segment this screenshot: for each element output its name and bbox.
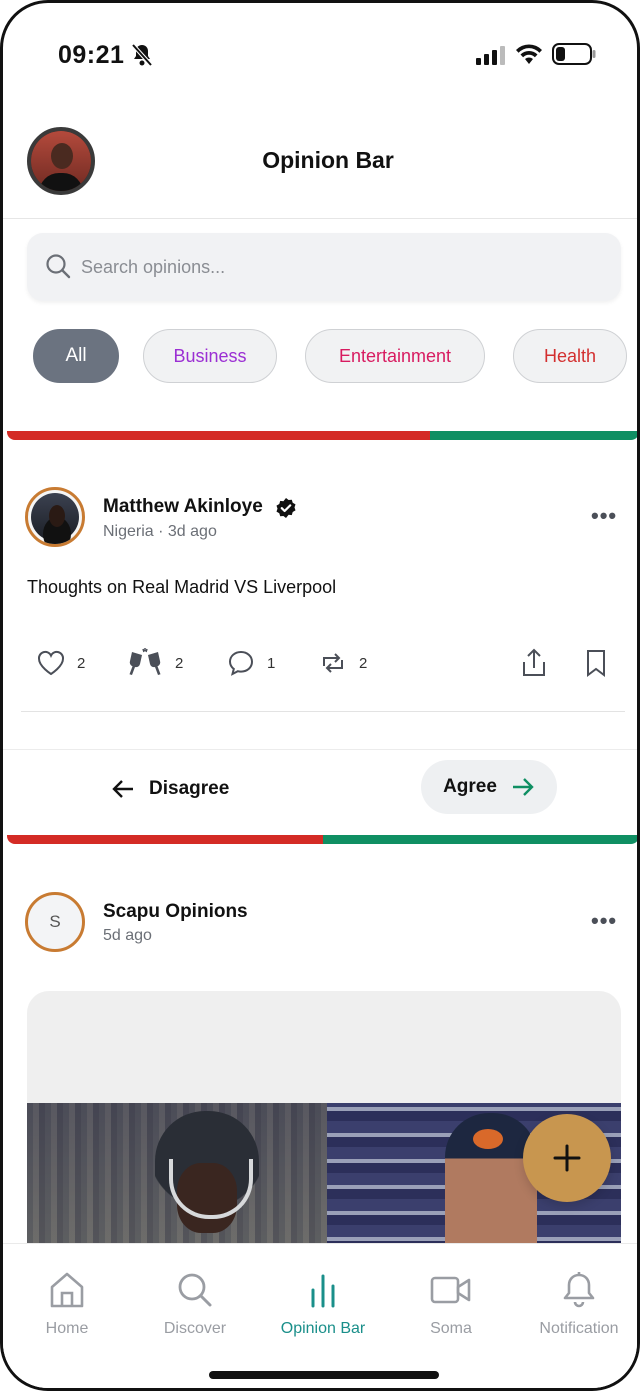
vote-ratio-bar	[7, 431, 637, 440]
plus-icon	[553, 1144, 581, 1172]
disagree-button[interactable]: Disagree	[111, 766, 229, 812]
cheers-icon	[129, 648, 161, 675]
repost-count: 2	[359, 654, 368, 672]
share-button[interactable]	[521, 647, 547, 679]
heart-icon	[38, 650, 64, 676]
post-actions: 2 2 1 2	[37, 647, 617, 681]
app-header: Opinion Bar	[3, 113, 637, 219]
author-avatar[interactable]	[25, 487, 85, 547]
status-bar: 09:21	[3, 3, 637, 103]
more-options-icon[interactable]: •••	[591, 908, 617, 934]
nav-discover[interactable]: Discover	[131, 1268, 259, 1338]
author-name[interactable]: Scapu Opinions	[103, 901, 248, 923]
wifi-icon	[516, 44, 542, 64]
nav-label: Notification	[539, 1320, 619, 1337]
verified-badge-icon	[276, 498, 296, 518]
repost-button[interactable]: 2	[319, 647, 367, 679]
category-filter: All Business Entertainment Health	[33, 329, 637, 385]
cheers-button[interactable]: 2	[127, 647, 183, 679]
bottom-navigation: Home Discover Opinion Bar Soma Notificat…	[3, 1243, 637, 1388]
search-icon	[178, 1273, 212, 1307]
agree-label: Agree	[443, 776, 497, 797]
bookmark-button[interactable]	[585, 647, 607, 679]
bell-slash-icon	[131, 43, 153, 67]
nav-label: Opinion Bar	[280, 1320, 366, 1337]
more-options-icon[interactable]: •••	[591, 503, 617, 529]
chip-label: Health	[543, 345, 597, 366]
page-title: Opinion Bar	[262, 147, 394, 173]
vote-ratio-bar	[7, 835, 637, 844]
battery-icon	[552, 43, 596, 65]
status-time: 09:21	[58, 41, 125, 69]
repost-icon	[323, 653, 343, 673]
chip-all[interactable]: All	[33, 329, 119, 383]
search-icon	[46, 254, 71, 279]
search-bar[interactable]	[27, 233, 621, 301]
disagree-portion	[7, 431, 431, 440]
cheers-count: 2	[175, 654, 184, 672]
post-meta: 5d ago	[103, 927, 152, 944]
video-camera-icon	[430, 1276, 471, 1304]
arrow-left-icon	[112, 780, 133, 798]
comment-icon	[228, 650, 254, 676]
avatar-letter: S	[49, 912, 61, 931]
chip-business[interactable]: Business	[143, 329, 277, 383]
comment-button[interactable]: 1	[227, 647, 275, 679]
vote-row: Disagree Agree	[3, 749, 637, 829]
bell-icon	[563, 1272, 595, 1308]
nav-label: Home	[45, 1320, 89, 1337]
chip-label: All	[65, 345, 87, 366]
chip-entertainment[interactable]: Entertainment	[305, 329, 485, 383]
nav-label: Discover	[163, 1320, 227, 1337]
cellular-signal-icon	[476, 46, 505, 65]
agree-portion	[430, 431, 637, 440]
chip-health[interactable]: Health	[513, 329, 627, 383]
author-name[interactable]: Matthew Akinloye	[103, 496, 263, 518]
bar-chart-icon	[311, 1274, 335, 1308]
post-meta: Nigeria · 3d ago	[103, 523, 217, 540]
player-image	[155, 1111, 259, 1241]
player-image	[445, 1113, 537, 1251]
post-image-left	[27, 1103, 327, 1251]
arrow-right-icon	[512, 778, 534, 796]
bookmark-icon	[587, 650, 605, 677]
like-count: 2	[77, 654, 86, 672]
post-text: Thoughts on Real Madrid VS Liverpool	[27, 577, 337, 597]
agree-button[interactable]: Agree	[421, 760, 557, 814]
phone-frame: 09:21 Opinion Bar Search opinions... All…	[0, 0, 640, 1391]
like-button[interactable]: 2	[37, 647, 85, 679]
post-media[interactable]	[27, 991, 621, 1251]
agree-portion	[323, 835, 637, 844]
nav-soma[interactable]: Soma	[387, 1268, 515, 1338]
comment-count: 1	[267, 654, 276, 672]
home-indicator	[209, 1371, 439, 1379]
nav-notification[interactable]: Notification	[515, 1268, 637, 1338]
share-icon	[523, 648, 545, 676]
create-opinion-button[interactable]	[523, 1114, 611, 1202]
nav-opinion-bar[interactable]: Opinion Bar	[259, 1268, 387, 1338]
nav-home[interactable]: Home	[3, 1268, 131, 1338]
disagree-portion	[7, 835, 323, 844]
chip-label: Entertainment	[338, 345, 452, 366]
nav-label: Soma	[430, 1320, 472, 1337]
search-input[interactable]	[81, 233, 601, 301]
divider	[21, 711, 625, 712]
home-icon	[50, 1272, 84, 1308]
chip-label: Business	[173, 345, 247, 366]
author-avatar[interactable]: S	[25, 892, 85, 952]
disagree-label: Disagree	[149, 778, 230, 799]
